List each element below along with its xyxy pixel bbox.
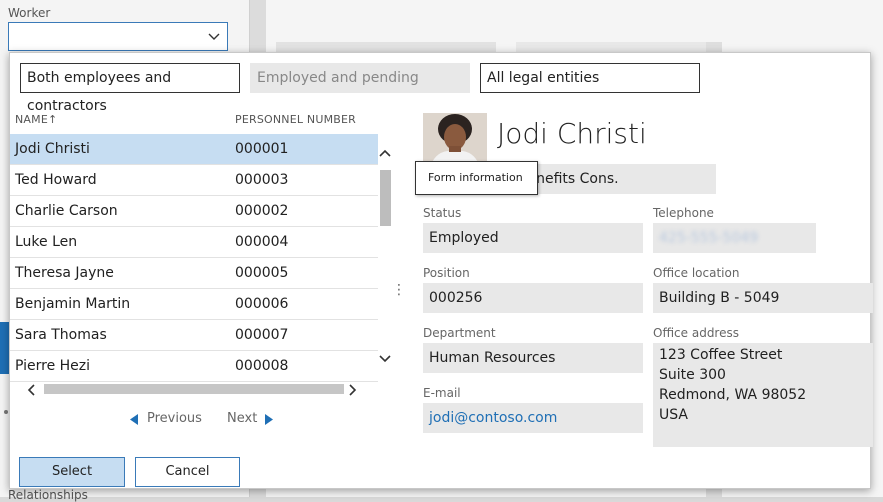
table-row[interactable]: Luke Len 000004 — [10, 227, 378, 258]
address-line: Suite 300 — [659, 367, 726, 383]
cancel-button[interactable]: Cancel — [135, 457, 240, 487]
cell-name: Luke Len — [15, 234, 78, 250]
column-header-name-label: NAME — [15, 113, 48, 126]
legal-entity-filter[interactable]: All legal entities — [480, 63, 700, 93]
status-field: Employed — [423, 223, 643, 253]
table-row[interactable]: Ted Howard 000003 — [10, 165, 378, 196]
table-row[interactable]: Charlie Carson 000002 — [10, 196, 378, 227]
worker-photo — [423, 113, 487, 165]
background-selected-marker — [0, 322, 9, 374]
cell-name: Jodi Christi — [15, 141, 90, 157]
vertical-ellipsis-icon[interactable]: ⋮ — [392, 282, 406, 298]
chevron-left-icon[interactable] — [26, 384, 36, 396]
office-address-label: Office address — [653, 326, 739, 340]
worker-lookup-input[interactable] — [8, 22, 228, 51]
address-line: Redmond, WA 98052 — [659, 387, 807, 403]
cell-name: Theresa Jayne — [15, 265, 114, 281]
cell-personnel-number: 000003 — [235, 172, 289, 188]
horizontal-scroll-thumb[interactable] — [44, 384, 344, 394]
column-header-name[interactable]: NAME↑ — [15, 113, 57, 126]
office-location-field: Building B - 5049 — [653, 283, 873, 313]
address-line: USA — [659, 407, 688, 423]
chevron-down-icon[interactable] — [207, 29, 221, 43]
email-label: E-mail — [423, 386, 461, 400]
background-dot — [4, 410, 8, 414]
chevron-up-icon[interactable] — [379, 148, 391, 158]
table-row[interactable]: Pierre Hezi 000008 — [10, 351, 378, 382]
cell-personnel-number: 000001 — [235, 141, 289, 157]
cell-personnel-number: 000004 — [235, 234, 289, 250]
sort-ascending-icon: ↑ — [48, 113, 58, 126]
triangle-left-icon[interactable] — [129, 414, 139, 425]
worker-lookup-dialog: Both employees and contractors Employed … — [9, 52, 873, 489]
worker-name-title: Jodi Christi — [497, 117, 647, 150]
table-row[interactable]: Sara Thomas 000007 — [10, 320, 378, 351]
grid-vertical-scrollbar[interactable] — [378, 134, 392, 382]
chevron-down-icon[interactable] — [379, 354, 391, 364]
email-link[interactable]: jodi@contoso.com — [423, 403, 643, 433]
telephone-label: Telephone — [653, 206, 714, 220]
avatar — [423, 113, 487, 165]
worker-grid: Jodi Christi 000001 Ted Howard 000003 Ch… — [10, 134, 378, 382]
position-label: Position — [423, 266, 470, 280]
office-location-label: Office location — [653, 266, 740, 280]
table-row[interactable]: Theresa Jayne 000005 — [10, 258, 378, 289]
address-line: 123 Coffee Street — [659, 347, 783, 363]
cell-name: Charlie Carson — [15, 203, 118, 219]
table-row[interactable]: Benjamin Martin 000006 — [10, 289, 378, 320]
grid-horizontal-scrollbar[interactable] — [10, 382, 378, 398]
background-bar — [516, 42, 706, 52]
next-label[interactable]: Next — [227, 411, 257, 426]
cell-name: Sara Thomas — [15, 327, 107, 343]
cell-personnel-number: 000002 — [235, 203, 289, 219]
department-field: Human Resources — [423, 343, 643, 373]
table-row[interactable]: Jodi Christi 000001 — [10, 134, 378, 165]
triangle-right-icon[interactable] — [264, 414, 274, 425]
worker-label: Worker — [8, 6, 51, 20]
status-label: Status — [423, 206, 462, 220]
cell-name: Pierre Hezi — [15, 358, 91, 374]
telephone-field: 425-555-5049 — [653, 223, 816, 253]
cell-personnel-number: 000008 — [235, 358, 289, 374]
worker-type-filter[interactable]: Both employees and contractors — [20, 63, 240, 114]
column-header-personnel-number[interactable]: PERSONNEL NUMBER — [235, 113, 356, 126]
office-address-field: 123 Coffee Street Suite 300 Redmond, WA … — [653, 343, 873, 447]
telephone-value: 425-555-5049 — [659, 230, 759, 246]
cell-name: Benjamin Martin — [15, 296, 131, 312]
position-field: 000256 — [423, 283, 643, 313]
cell-name: Ted Howard — [15, 172, 97, 188]
background-section-title: Relationships — [8, 488, 88, 502]
department-label: Department — [423, 326, 496, 340]
cell-personnel-number: 000005 — [235, 265, 289, 281]
employment-status-filter[interactable]: Employed and pending — [250, 63, 470, 93]
chevron-right-icon[interactable] — [348, 384, 358, 396]
form-information-tooltip[interactable]: Form information — [415, 161, 538, 195]
previous-label[interactable]: Previous — [147, 411, 202, 426]
vertical-scroll-thumb[interactable] — [380, 170, 391, 226]
select-button[interactable]: Select — [19, 457, 125, 487]
background-bar — [276, 42, 496, 52]
cell-personnel-number: 000007 — [235, 327, 289, 343]
cell-personnel-number: 000006 — [235, 296, 289, 312]
